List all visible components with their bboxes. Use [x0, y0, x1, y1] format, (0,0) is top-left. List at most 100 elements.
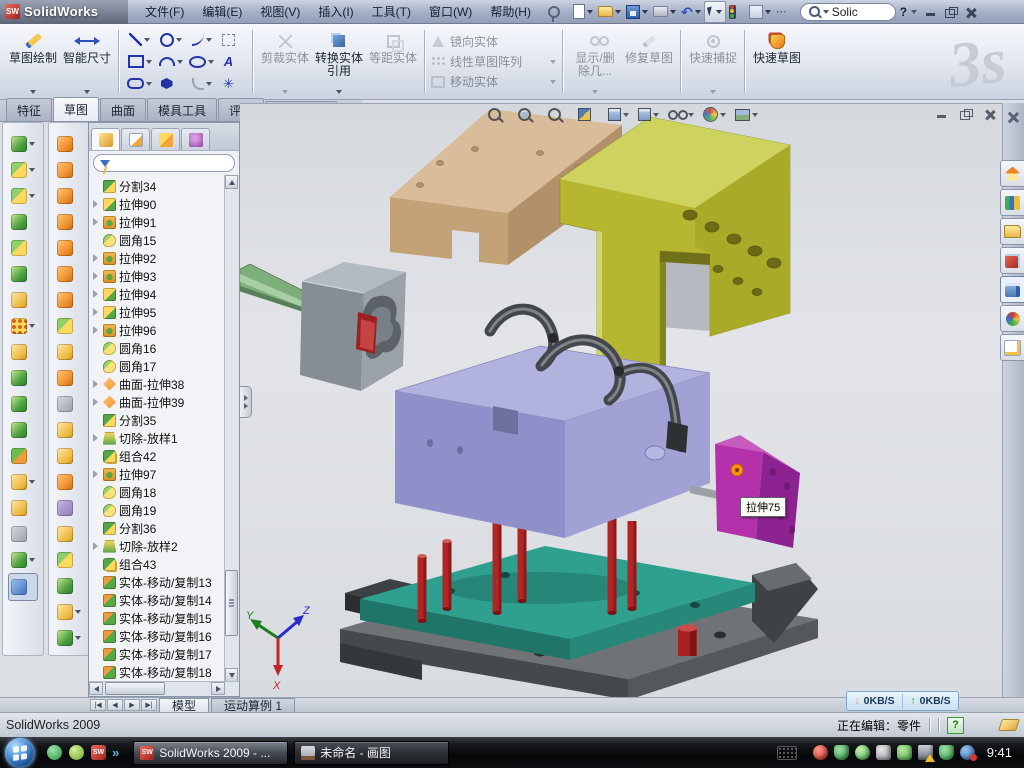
ribbon-button[interactable]: 显示/删除几... — [568, 26, 622, 97]
ribbon-button[interactable]: 等距实体 — [366, 26, 420, 97]
tool-button[interactable] — [57, 209, 81, 235]
manager-tab[interactable] — [151, 128, 180, 150]
toolbar-button[interactable] — [727, 3, 746, 21]
tray-icon[interactable] — [876, 745, 891, 760]
ribbon-button[interactable]: 移动实体 — [430, 73, 558, 91]
headsup-button[interactable] — [578, 108, 599, 121]
taskpane-tab[interactable] — [1000, 218, 1024, 245]
headsup-button[interactable] — [638, 108, 659, 121]
ribbon-button[interactable]: 线性草图阵列 — [430, 53, 558, 71]
taskpane-tab[interactable] — [1000, 247, 1024, 274]
expand-arrow-icon[interactable] — [92, 308, 100, 316]
doc-minimize-button[interactable] — [936, 109, 948, 119]
menu-item[interactable]: 插入(I) — [309, 0, 362, 23]
expand-arrow-icon[interactable] — [92, 434, 100, 442]
tool-button[interactable] — [11, 417, 35, 443]
scroll-thumb[interactable] — [225, 570, 238, 636]
sketch-tool-button[interactable] — [155, 29, 186, 51]
tool-button[interactable] — [11, 209, 35, 235]
last-tab-button[interactable]: ▶| — [141, 699, 157, 711]
expand-arrow-icon[interactable] — [92, 200, 100, 208]
menu-item[interactable]: 帮助(H) — [481, 0, 540, 23]
ribbon-button[interactable]: 快速草图 — [750, 26, 804, 97]
ribbon-button[interactable]: 草图绘制 — [6, 26, 60, 97]
taskbar-window-button[interactable]: 未命名 - 画图 — [294, 741, 449, 765]
sketch-tool-button[interactable] — [155, 73, 186, 95]
sketch-tool-button[interactable] — [124, 29, 155, 51]
quick-launch-more-icon[interactable]: » — [112, 745, 119, 760]
tree-item[interactable]: 拉伸95 — [91, 303, 239, 321]
tool-button[interactable] — [57, 547, 81, 573]
sketch-tool-button[interactable] — [155, 51, 186, 73]
tree-item[interactable]: 拉伸94 — [91, 285, 239, 303]
headsup-button[interactable] — [488, 108, 509, 121]
scroll-down-arrow[interactable] — [225, 668, 238, 682]
tree-item[interactable]: 拉伸93 — [91, 267, 239, 285]
headsup-button[interactable] — [608, 108, 629, 121]
menu-item[interactable]: 窗口(W) — [420, 0, 481, 23]
ribbon-button[interactable]: 剪裁实体 — [258, 26, 312, 97]
tree-item[interactable]: 圆角19 — [91, 501, 239, 519]
headsup-button[interactable] — [668, 110, 694, 120]
menu-item[interactable]: 工具(T) — [363, 0, 420, 23]
tool-button[interactable] — [57, 287, 81, 313]
taskpane-tab[interactable] — [1000, 276, 1024, 303]
tool-button[interactable] — [11, 469, 35, 495]
taskbar-clock[interactable]: 9:41 — [987, 745, 1012, 760]
tool-button[interactable] — [57, 339, 81, 365]
manager-tab[interactable] — [181, 128, 210, 150]
tree-item[interactable]: 分割36 — [91, 519, 239, 537]
taskpane-tab[interactable] — [1000, 334, 1024, 361]
keyboard-layout-icon[interactable] — [777, 746, 797, 760]
quick-tip-help-button[interactable]: ? — [947, 717, 964, 734]
tree-item[interactable]: 拉伸97 — [91, 465, 239, 483]
menu-item[interactable]: 视图(V) — [251, 0, 309, 23]
tool-button[interactable] — [11, 131, 35, 157]
tool-button[interactable] — [57, 573, 81, 599]
tree-item[interactable]: 分割35 — [91, 411, 239, 429]
tool-button[interactable] — [11, 235, 35, 261]
tool-button[interactable] — [11, 313, 35, 339]
tool-button[interactable] — [11, 339, 35, 365]
tree-item[interactable]: 实体-移动/复制15 — [91, 609, 239, 627]
expand-arrow-icon[interactable] — [92, 542, 100, 550]
toolbar-button[interactable] — [651, 3, 678, 21]
expand-arrow-icon[interactable] — [92, 326, 100, 334]
tray-icon[interactable] — [939, 745, 954, 760]
scroll-up-arrow[interactable] — [225, 175, 238, 189]
expand-arrow-icon[interactable] — [92, 398, 100, 406]
tool-button[interactable] — [57, 495, 81, 521]
tool-button[interactable] — [57, 443, 81, 469]
ribbon-button[interactable]: 镜向实体 — [430, 33, 558, 51]
tool-button[interactable] — [11, 495, 35, 521]
tool-button[interactable] — [57, 417, 81, 443]
tool-button[interactable] — [11, 365, 35, 391]
tree-item[interactable]: 圆角15 — [91, 231, 239, 249]
expand-arrow-icon[interactable] — [92, 290, 100, 298]
tree-item[interactable]: 圆角17 — [91, 357, 239, 375]
tool-button[interactable] — [57, 157, 81, 183]
ribbon-button[interactable]: 智能尺寸 — [60, 26, 114, 97]
tag-icon[interactable] — [998, 719, 1020, 731]
doc-restore-button[interactable] — [960, 109, 972, 119]
tool-button[interactable] — [57, 261, 81, 287]
magenta-block-part[interactable] — [715, 435, 800, 548]
tree-item[interactable]: 组合42 — [91, 447, 239, 465]
minimize-button[interactable] — [925, 7, 937, 17]
manager-tab[interactable] — [121, 128, 150, 150]
panel-splitter-handle[interactable] — [240, 386, 252, 418]
taskbar-window-button[interactable]: SW SolidWorks 2009 - ... — [133, 741, 288, 765]
tool-button[interactable] — [11, 157, 35, 183]
quick-launch-icon[interactable]: SW — [91, 745, 106, 760]
ribbon-button[interactable]: 转换实体引用 — [312, 26, 366, 97]
toolbar-button[interactable] — [747, 3, 773, 21]
tool-button[interactable] — [57, 521, 81, 547]
taskpane-tab[interactable] — [1000, 305, 1024, 332]
toolbar-button[interactable] — [704, 1, 726, 23]
tool-button[interactable] — [57, 313, 81, 339]
tool-button[interactable] — [11, 547, 35, 573]
tree-item[interactable]: 实体-移动/复制18 — [91, 663, 239, 681]
tree-item[interactable]: 实体-移动/复制13 — [91, 573, 239, 591]
tree-item[interactable]: 实体-移动/复制17 — [91, 645, 239, 663]
expand-arrow-icon[interactable] — [92, 470, 100, 478]
